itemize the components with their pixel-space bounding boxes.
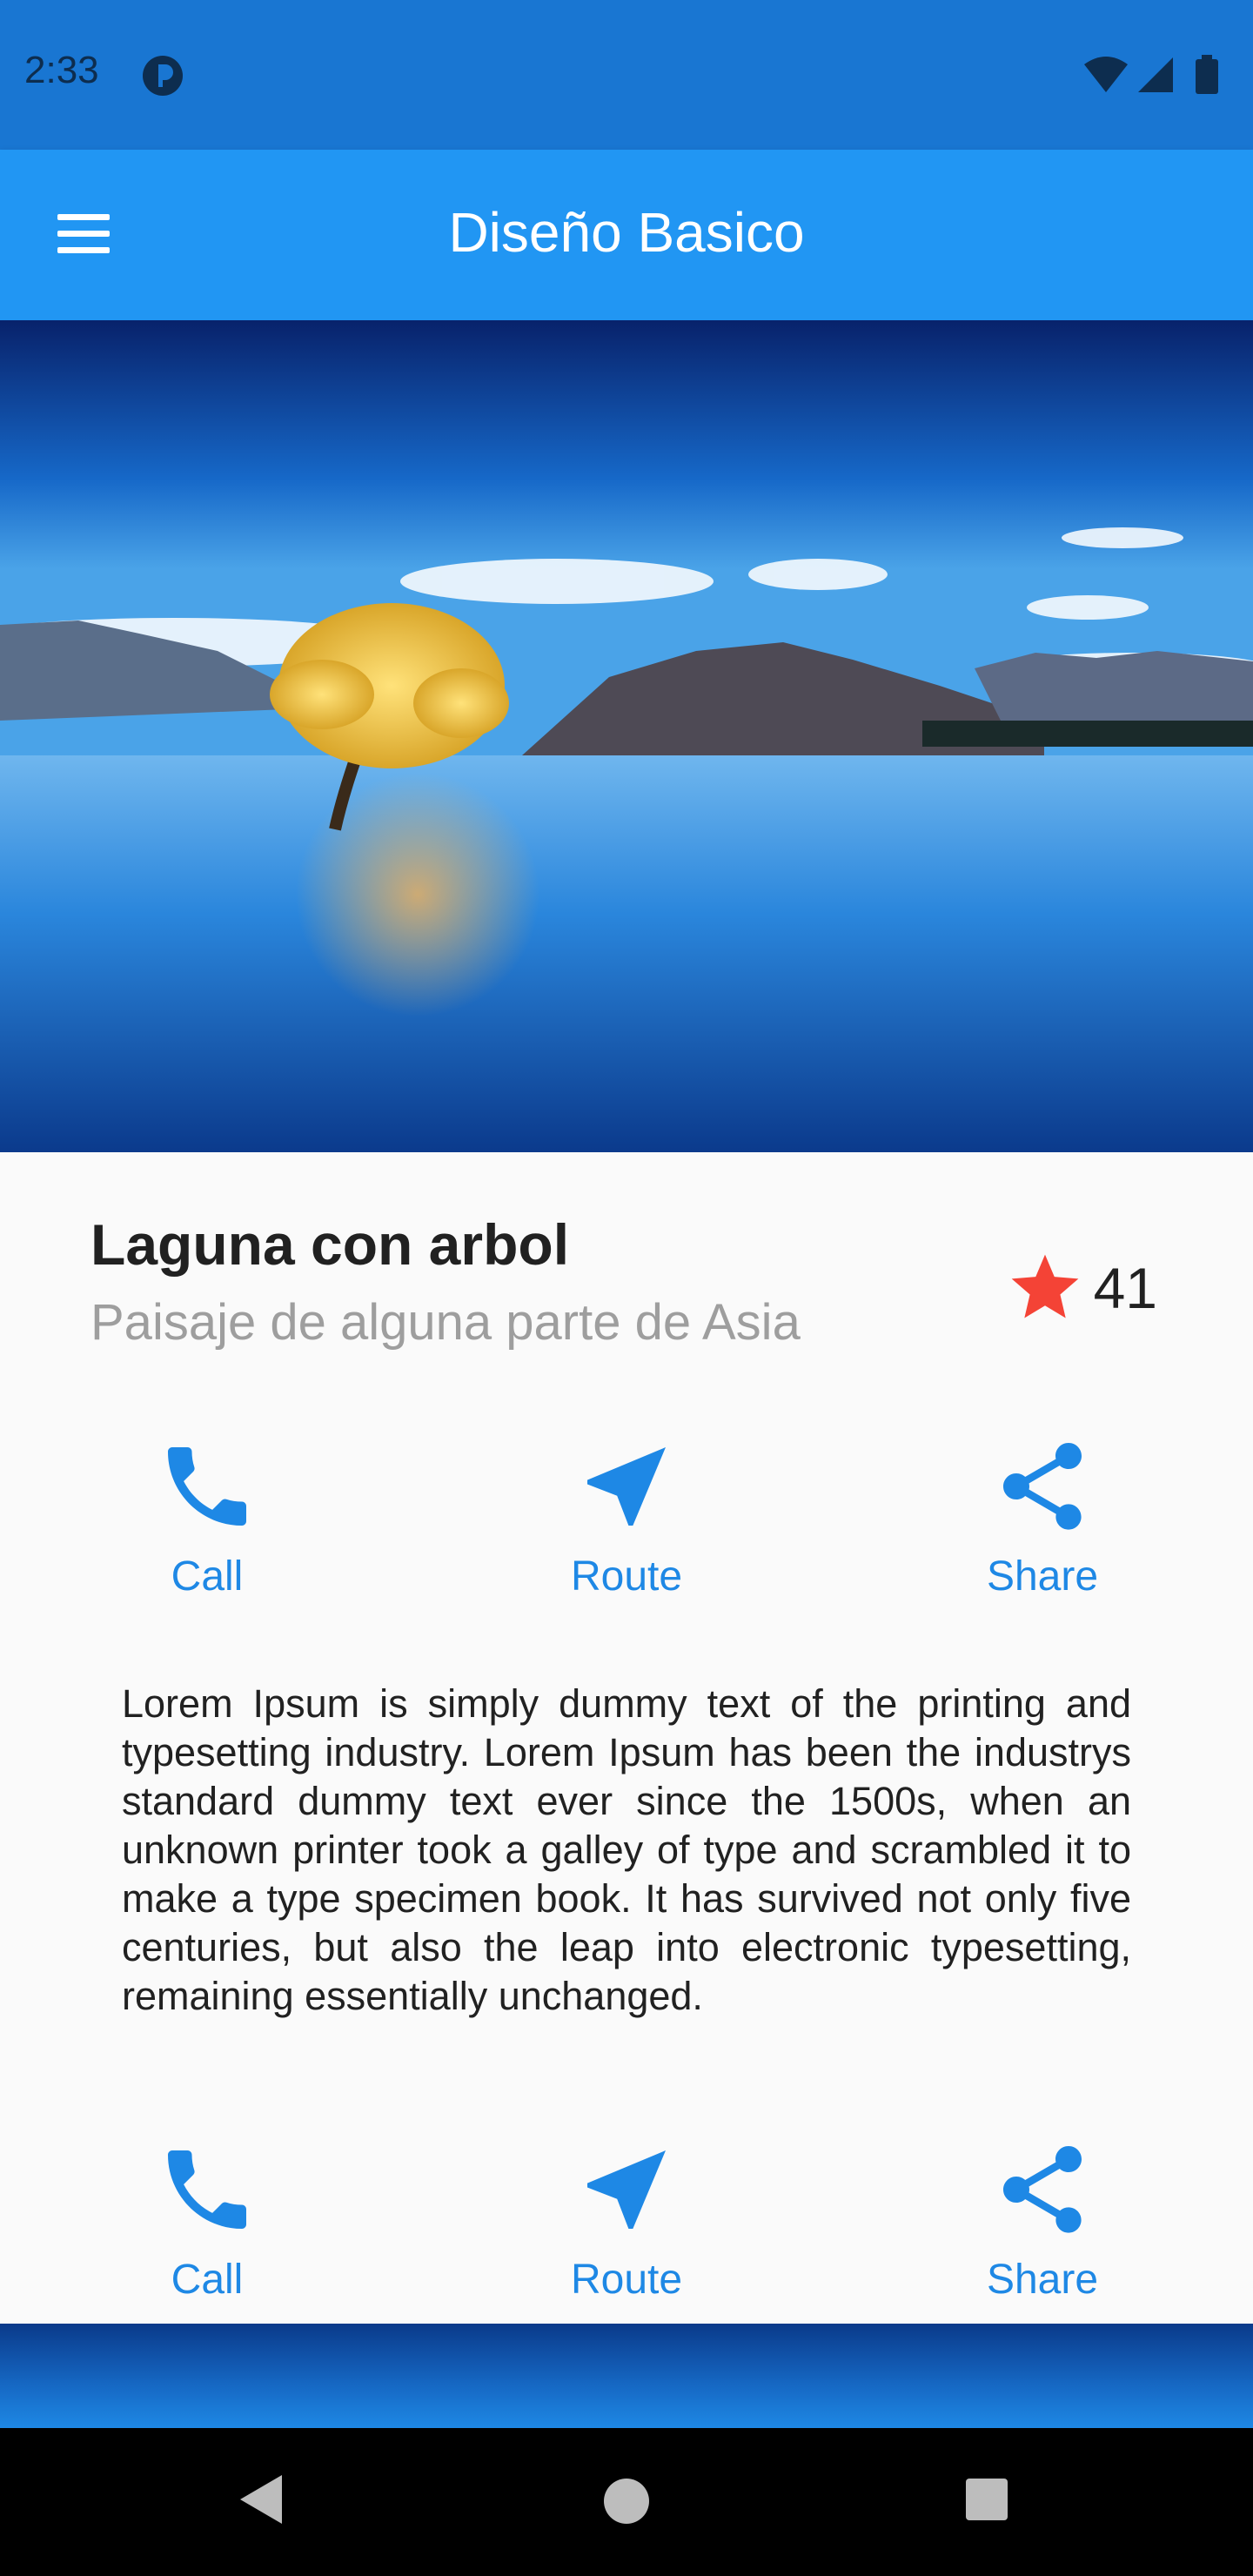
- phone-icon: [168, 1447, 246, 1526]
- action-row-bottom: Call Route Share: [0, 2137, 1253, 2346]
- back-icon[interactable]: [237, 2472, 285, 2527]
- share-button[interactable]: Share: [912, 2137, 1173, 2304]
- call-button[interactable]: Call: [77, 2137, 338, 2304]
- call-label: Call: [171, 2257, 244, 2303]
- description-text: Lorem Ipsum is simply dummy text of the …: [122, 1681, 1131, 2018]
- share-label: Share: [986, 2257, 1099, 2303]
- app-title: Diseño Basico: [448, 201, 805, 264]
- share-label: Share: [986, 1553, 1099, 1600]
- home-icon[interactable]: [600, 2475, 653, 2527]
- card-subtitle: Paisaje de alguna parte de Asia: [90, 1294, 801, 1351]
- route-button[interactable]: Route: [496, 1434, 757, 1600]
- share-button[interactable]: Share: [912, 1434, 1173, 1600]
- signal-icon: [1138, 57, 1173, 92]
- system-nav-bar: [0, 2428, 1253, 2576]
- battery-icon: [1196, 55, 1218, 94]
- status-time: 2:33: [24, 49, 99, 91]
- call-button[interactable]: Call: [77, 1434, 338, 1600]
- hero-image: [0, 320, 1253, 1152]
- route-button[interactable]: Route: [496, 2137, 757, 2304]
- app-notification-icon: [143, 56, 183, 96]
- share-icon: [1003, 2146, 1082, 2233]
- status-bar: 2:33: [0, 0, 1253, 150]
- rating[interactable]: 41: [1005, 1246, 1157, 1330]
- route-label: Route: [570, 1553, 683, 1600]
- share-icon: [1003, 1443, 1082, 1530]
- route-label: Route: [570, 2257, 683, 2303]
- title-block: Laguna con arbol Paisaje de alguna parte…: [90, 1211, 801, 1352]
- star-icon: [1011, 1254, 1078, 1318]
- action-row-top: Call Route Share: [0, 1434, 1253, 1643]
- rating-count: 41: [1093, 1256, 1157, 1320]
- card-title: Laguna con arbol: [90, 1212, 570, 1277]
- navigation-icon: [587, 1447, 666, 1526]
- recents-icon[interactable]: [964, 2477, 1009, 2522]
- wifi-icon: [1084, 57, 1128, 92]
- navigation-icon: [587, 2150, 666, 2229]
- app-bar: Diseño Basico: [0, 150, 1253, 320]
- next-image-preview: [0, 2324, 1253, 2428]
- call-label: Call: [171, 1553, 244, 1600]
- phone-icon: [168, 2150, 246, 2229]
